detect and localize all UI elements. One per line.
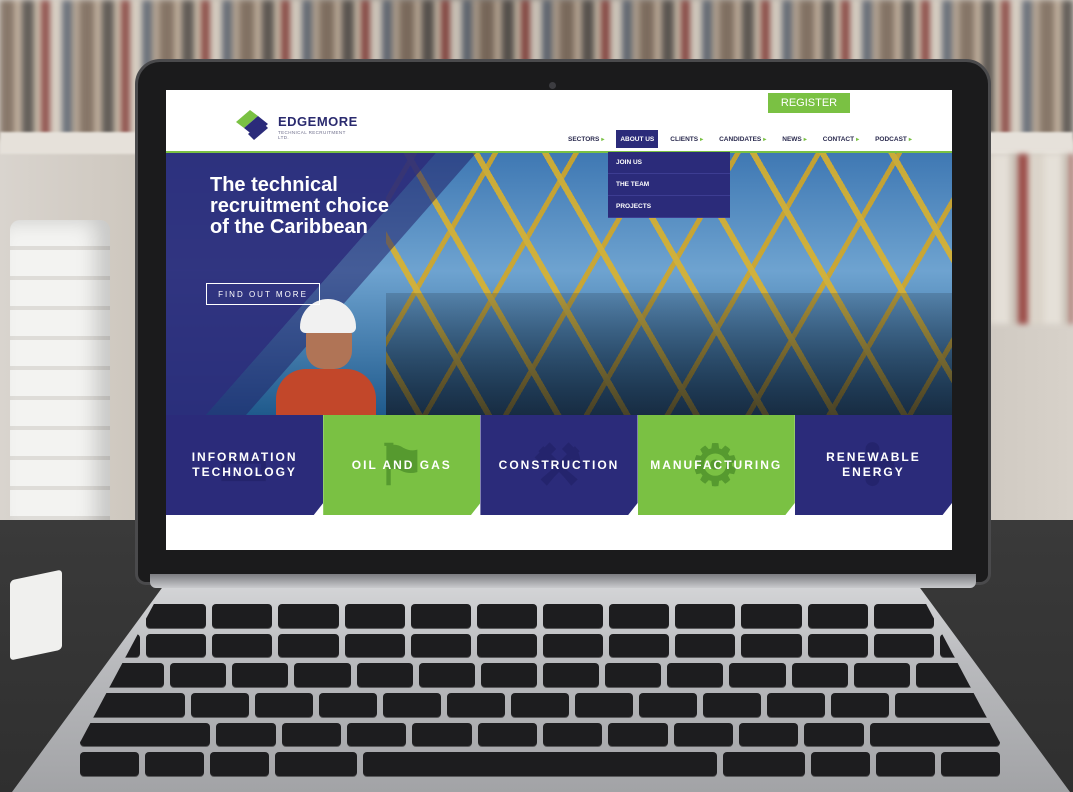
main-nav: SECTORS ▸ ABOUT US CLIENTS ▸ CANDIDATES ▸ N… (564, 130, 916, 148)
tile-renewable-energy[interactable]: ✣ RENEWABLE ENERGY (794, 415, 952, 515)
nav-item-news[interactable]: NEWS ▸ (778, 130, 811, 148)
nav-label: CLIENTS (670, 135, 699, 143)
nav-label: CANDIDATES (719, 135, 762, 143)
notebook (10, 569, 62, 661)
webcam (549, 82, 556, 89)
nav-label: PODCAST (875, 135, 907, 143)
keyboard-row (80, 722, 1000, 747)
caret-icon: ▸ (601, 136, 605, 143)
caret-icon: ▸ (856, 136, 860, 143)
nav-label: SECTORS (568, 135, 600, 143)
dropdown-item-join-us[interactable]: JOIN US (608, 152, 730, 174)
nav-label: ABOUT US (620, 135, 655, 143)
laptop-screen: EDGEMORE TECHNICAL RECRUITMENT LTD. REGI… (166, 90, 952, 550)
site-logo[interactable]: EDGEMORE TECHNICAL RECRUITMENT LTD. (234, 108, 357, 144)
nav-item-sectors[interactable]: SECTORS ▸ (564, 130, 608, 148)
tile-label: RENEWABLE ENERGY (826, 450, 921, 479)
nav-item-about-us[interactable]: ABOUT US (616, 130, 659, 148)
dropdown-item-the-team[interactable]: THE TEAM (608, 174, 730, 196)
tile-label: OIL AND GAS (351, 457, 452, 472)
stacked-cups (10, 220, 110, 540)
logo-wordmark: EDGEMORE (278, 114, 358, 129)
dropdown-item-projects[interactable]: PROJECTS (608, 196, 730, 218)
caret-icon: ▸ (763, 136, 767, 143)
site-header: EDGEMORE TECHNICAL RECRUITMENT LTD. REGI… (166, 90, 952, 153)
nav-item-podcast[interactable]: PODCAST ▸ (871, 130, 916, 148)
register-button[interactable]: REGISTER (768, 93, 850, 113)
oil-rig-deck (386, 293, 952, 415)
caret-icon: ▸ (803, 136, 807, 143)
tile-label: INFORMATION TECHNOLOGY (191, 450, 298, 479)
sector-tiles: ▭ INFORMATION TECHNOLOGY ⚑ OIL AND GAS ⚒… (166, 415, 952, 515)
tile-oil-and-gas[interactable]: ⚑ OIL AND GAS (323, 415, 481, 515)
tile-manufacturing[interactable]: ⚙ MANUFACTURING (637, 415, 795, 515)
keyboard (60, 600, 1020, 780)
tile-label: CONSTRUCTION (498, 457, 620, 472)
nav-item-candidates[interactable]: CANDIDATES ▸ (715, 130, 770, 148)
keyboard-row (80, 663, 1000, 687)
tile-information-technology[interactable]: ▭ INFORMATION TECHNOLOGY (166, 415, 324, 515)
tile-label: MANUFACTURING (650, 457, 783, 472)
about-us-dropdown: JOIN US THE TEAM PROJECTS (608, 152, 730, 218)
nav-label: CONTACT (822, 135, 855, 143)
find-out-more-button[interactable]: FIND OUT MORE (206, 283, 320, 305)
laptop-hinge (150, 574, 976, 588)
keyboard-row (80, 604, 1000, 628)
nav-label: NEWS (782, 135, 802, 143)
hero-headline: The technical recruitment choice of the … (210, 174, 389, 238)
logo-mark-icon (236, 110, 268, 140)
logo-tagline: TECHNICAL RECRUITMENT LTD. (278, 130, 346, 140)
worker-figure (270, 299, 380, 415)
caret-icon: ▸ (908, 136, 912, 143)
keyboard-row (80, 692, 1000, 717)
page-below-fold (166, 515, 952, 550)
caret-icon: ▸ (700, 136, 704, 143)
nav-item-contact[interactable]: CONTACT ▸ (819, 130, 863, 148)
nav-item-clients[interactable]: CLIENTS ▸ (666, 130, 707, 148)
keyboard-row (80, 752, 1000, 776)
tile-construction[interactable]: ⚒ CONSTRUCTION (480, 415, 638, 515)
keyboard-row (80, 633, 1000, 658)
hero-banner: The technical recruitment choice of the … (166, 153, 952, 415)
